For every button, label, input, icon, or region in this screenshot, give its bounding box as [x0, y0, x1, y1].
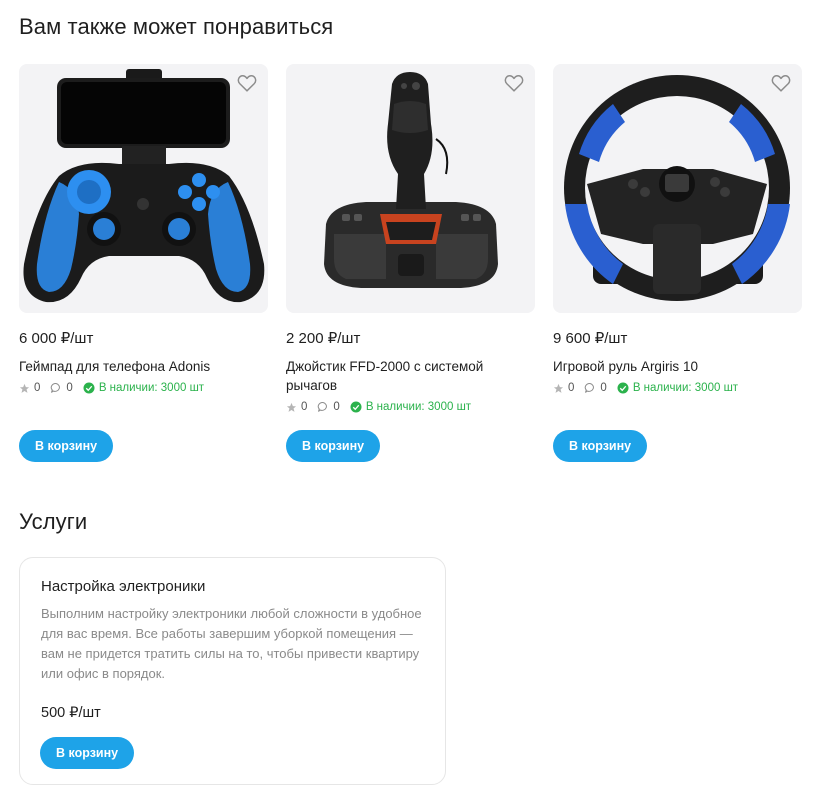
service-description: Выполним настройку электроники любой сло…	[41, 606, 422, 681]
product-meta: 0 0 В наличии: 3000 шт	[553, 382, 738, 394]
product-price: 9 600 ₽/шт	[553, 330, 628, 347]
rating-value: 0	[34, 382, 41, 394]
stock-text: В наличии: 3000 шт	[365, 401, 472, 413]
check-circle-icon	[350, 401, 362, 413]
comments: 0	[317, 401, 340, 413]
product-meta: 0 0 В наличии: 3000 шт	[19, 382, 204, 394]
product-card[interactable]: 9 600 ₽/шт Игровой руль Argiris 10 0 0 В…	[553, 64, 802, 462]
check-circle-icon	[83, 382, 95, 394]
product-price: 2 200 ₽/шт	[286, 330, 361, 347]
joystick-image	[324, 72, 498, 288]
star-icon	[286, 402, 297, 412]
product-image[interactable]	[553, 64, 802, 313]
gamepad-image	[23, 69, 265, 303]
product-price: 6 000 ₽/шт	[19, 330, 94, 347]
add-to-cart-button[interactable]: В корзину	[286, 430, 381, 462]
comment-icon	[318, 402, 328, 412]
favorite-heart-icon[interactable]	[770, 72, 792, 94]
comments: 0	[584, 382, 607, 394]
recommend-title: Вам также может понравиться	[19, 14, 334, 39]
rating: 0	[553, 382, 574, 394]
service-card[interactable]: Настройка электроники Выполним настройку…	[19, 557, 446, 785]
stock-status: В наличии: 3000 шт	[617, 382, 738, 394]
stock-text: В наличии: 3000 шт	[632, 382, 739, 394]
product-name[interactable]: Джойстик FFD-2000 с системой рычагов	[286, 357, 526, 395]
service-title: Настройка электроники	[41, 578, 206, 595]
stock-text: В наличии: 3000 шт	[98, 382, 205, 394]
product-card[interactable]: 2 200 ₽/шт Джойстик FFD-2000 с системой …	[286, 64, 535, 462]
rating: 0	[19, 382, 40, 394]
product-name[interactable]: Игровой руль Argiris 10	[553, 357, 793, 376]
comment-icon	[51, 383, 61, 393]
product-image[interactable]	[286, 64, 535, 313]
comments-count: 0	[333, 401, 340, 413]
add-to-cart-button[interactable]: В корзину	[553, 430, 648, 462]
stock-status: В наличии: 3000 шт	[350, 401, 471, 413]
star-icon	[19, 383, 30, 393]
favorite-heart-icon[interactable]	[236, 72, 258, 94]
product-card[interactable]: 6 000 ₽/шт Геймпад для телефона Adonis 0…	[19, 64, 268, 462]
stock-status: В наличии: 3000 шт	[83, 382, 204, 394]
comments-count: 0	[600, 382, 607, 394]
comments-count: 0	[66, 382, 73, 394]
rating: 0	[286, 401, 307, 413]
rating-value: 0	[301, 401, 308, 413]
add-to-cart-button[interactable]: В корзину	[40, 737, 135, 769]
service-price: 500 ₽/шт	[41, 705, 101, 721]
product-meta: 0 0 В наличии: 3000 шт	[286, 401, 471, 413]
add-to-cart-button[interactable]: В корзину	[19, 430, 114, 462]
comment-icon	[585, 383, 595, 393]
services-title: Услуги	[19, 509, 88, 534]
favorite-heart-icon[interactable]	[503, 72, 525, 94]
product-image[interactable]	[19, 64, 268, 313]
rating-value: 0	[568, 382, 575, 394]
steering-wheel-image	[564, 75, 790, 301]
check-circle-icon	[617, 382, 629, 394]
star-icon	[553, 383, 564, 393]
comments: 0	[50, 382, 73, 394]
product-name[interactable]: Геймпад для телефона Adonis	[19, 357, 259, 376]
